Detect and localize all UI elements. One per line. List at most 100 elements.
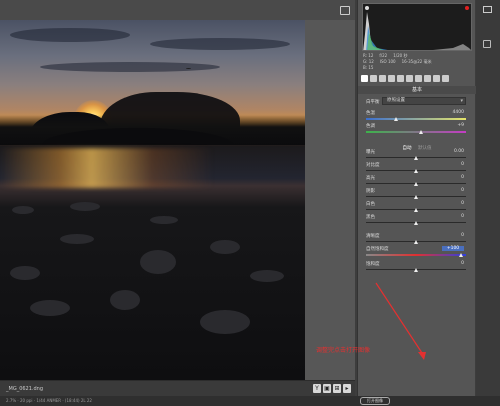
cloud	[40, 62, 220, 72]
slider-thumb[interactable]	[394, 117, 398, 121]
slider-track[interactable]	[366, 131, 466, 133]
readout-b: B: 15	[363, 65, 374, 70]
slider-thumb[interactable]	[414, 156, 418, 160]
cloud	[150, 38, 290, 50]
hsl-tab-icon[interactable]	[388, 75, 395, 82]
slider-label: 色温	[366, 111, 375, 116]
slider-row: 白色 0	[366, 201, 468, 214]
slider-label: 自然饱和度	[366, 247, 389, 252]
slider-thumb[interactable]	[414, 208, 418, 212]
slider-row: 阴影 0	[366, 188, 468, 201]
slider-row: 自然饱和度 +100	[366, 246, 468, 259]
histogram-shadow-clip-icon[interactable]	[365, 6, 369, 10]
lens: 16-35@22 毫米	[401, 59, 432, 64]
image-canvas-area	[0, 0, 355, 380]
footer: 2.7% · 20 ppi · 1/44 ANMER · (18:44) 2L …	[0, 396, 500, 406]
white-balance-select[interactable]: 原照设置	[382, 97, 466, 105]
lens-tab-icon[interactable]	[406, 75, 413, 82]
workflow-info[interactable]: 2.7% · 20 ppi · 1/44 ANMER · (18:44) 2L …	[6, 398, 92, 403]
slider-value-field[interactable]: 0	[442, 188, 464, 193]
open-image-button[interactable]: 打开图像	[360, 397, 390, 405]
panel-tabs	[361, 74, 473, 83]
slider-value-field[interactable]: +9	[442, 123, 464, 128]
white-balance-label: 白平衡	[366, 100, 380, 105]
bottombar-button-3[interactable]: ⊞	[333, 384, 341, 393]
histogram-graph	[363, 12, 471, 50]
bottombar-button-4[interactable]: ▸	[343, 384, 351, 393]
adjustment-panel: R: 12 f/22 1/20 秒 G: 12 ISO 100 16-35@22…	[357, 0, 476, 396]
slider-row: 色温 4400	[366, 110, 468, 123]
slider-value-field[interactable]: 0	[442, 162, 464, 167]
slider-value-field[interactable]: 0	[442, 175, 464, 180]
slider-label: 清晰度	[366, 234, 380, 239]
bottombar-button-2[interactable]: ▣	[323, 384, 331, 393]
slider-row: 黑色 0	[366, 214, 468, 227]
far-right-strip	[476, 0, 500, 396]
slider-thumb[interactable]	[459, 253, 463, 257]
rock	[200, 310, 250, 334]
slider-thumb[interactable]	[414, 169, 418, 173]
treeline	[0, 115, 305, 145]
annotation-text: 调整完点击打开图像	[316, 347, 371, 354]
slider-label: 白色	[366, 202, 375, 207]
snapshots-tab-icon[interactable]	[442, 75, 449, 82]
slider-track[interactable]	[366, 254, 466, 256]
detail-tab-icon[interactable]	[379, 75, 386, 82]
histogram-highlight-clip-icon[interactable]	[465, 6, 469, 10]
slider-thumb[interactable]	[414, 268, 418, 272]
expand-icon[interactable]	[340, 6, 350, 15]
slider-label: 黑色	[366, 215, 375, 220]
slider-thumb[interactable]	[419, 130, 423, 134]
panel-toggle-icon[interactable]	[483, 6, 492, 13]
slider-label: 色调	[366, 124, 375, 129]
panel-title: 基本	[358, 86, 476, 94]
slider-value-field[interactable]: 0	[442, 201, 464, 206]
effects-tab-icon[interactable]	[415, 75, 422, 82]
rock	[30, 300, 70, 316]
histogram	[362, 3, 472, 51]
photo-preview[interactable]	[0, 20, 305, 380]
slider-track[interactable]	[366, 118, 466, 120]
slider-thumb[interactable]	[414, 195, 418, 199]
slider-thumb[interactable]	[414, 182, 418, 186]
auto-button[interactable]: 自动	[403, 146, 412, 151]
rock	[70, 202, 100, 211]
slider-label: 饱和度	[366, 262, 380, 267]
side-panel-icon[interactable]	[483, 40, 491, 48]
default-button[interactable]: 默认值	[418, 146, 432, 151]
slider-row: 色调 +9	[366, 123, 468, 136]
camera-calibration-tab-icon[interactable]	[424, 75, 431, 82]
filename-label: _MG_0621.dng	[6, 386, 44, 392]
camera-info: R: 12 f/22 1/20 秒 G: 12 ISO 100 16-35@22…	[363, 53, 471, 73]
canvas-bottombar: _MG_0621.dng Y ▣ ⊞ ▸	[0, 380, 355, 396]
tone-curve-tab-icon[interactable]	[370, 75, 377, 82]
split-toning-tab-icon[interactable]	[397, 75, 404, 82]
slider-value-field[interactable]: 0	[442, 261, 464, 266]
auto-default-row: 自动 默认值	[358, 145, 476, 152]
iso: ISO 100	[379, 59, 396, 64]
slider-thumb[interactable]	[414, 221, 418, 225]
slider-value-field[interactable]: 4400	[442, 110, 464, 115]
rock	[150, 216, 178, 224]
slider-row: 对比度 0	[366, 162, 468, 175]
bird	[186, 68, 191, 70]
rock	[10, 266, 40, 280]
canvas-topbar	[0, 0, 355, 20]
rock	[12, 206, 34, 214]
rock	[210, 240, 240, 254]
slider-label: 阴影	[366, 189, 375, 194]
canvas-margin	[305, 20, 355, 380]
slider-thumb[interactable]	[414, 240, 418, 244]
slider-value-field[interactable]: +100	[442, 246, 464, 251]
slider-value-field[interactable]: 0	[442, 233, 464, 238]
rock	[140, 250, 176, 274]
slider-row: 清晰度 0	[366, 233, 468, 246]
slider-row: 饱和度 0	[366, 261, 468, 274]
cloud	[10, 28, 130, 42]
basic-tab-icon[interactable]	[361, 75, 368, 82]
presets-tab-icon[interactable]	[433, 75, 440, 82]
bottombar-button-1[interactable]: Y	[313, 384, 321, 393]
rock	[110, 290, 140, 310]
rock	[250, 270, 284, 282]
slider-value-field[interactable]: 0	[442, 214, 464, 219]
